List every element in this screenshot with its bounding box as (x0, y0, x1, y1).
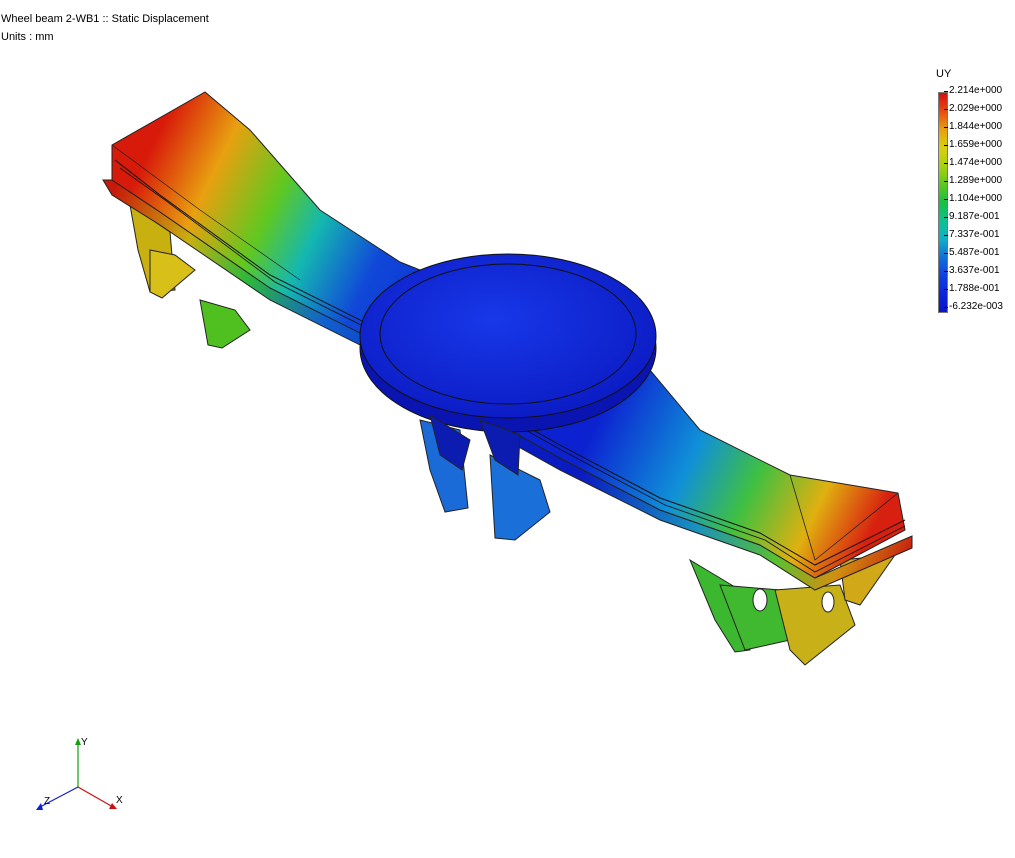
analysis-title: Wheel beam 2-WB1 :: Static Displacement (1, 13, 209, 25)
legend-tick-label: -6.232e-003 (944, 301, 1003, 312)
x-axis-line (77, 786, 114, 808)
units-label: Units : mm (1, 31, 54, 43)
y-axis-label: Y (81, 737, 88, 748)
legend-tick-label: 1.788e-001 (944, 283, 1000, 294)
legend-tick-label: 1.474e+000 (943, 157, 1003, 168)
legend-tick-label: 2.214e+000 (943, 85, 1003, 96)
legend-variable: UY (936, 68, 952, 80)
legend-tick-label: 1.844e+000 (943, 121, 1003, 132)
legend-tick-label: 5.487e-001 (944, 247, 1000, 258)
color-legend: UY 2.214e+000 2.029e+000 1.844e+000 1.659e+… (935, 68, 1015, 318)
legend-tick-label: 7.337e-001 (944, 229, 1000, 240)
z-axis-arrow (36, 803, 43, 810)
legend-tick-label: 9.187e-001 (944, 211, 1000, 222)
legend-color-bar (938, 92, 948, 313)
model-viewport[interactable] (0, 0, 1015, 858)
legend-tick-label: 3.637e-001 (944, 265, 1000, 276)
legend-tick-label: 1.659e+000 (943, 139, 1003, 150)
legend-tick-label: 1.289e+000 (943, 175, 1003, 186)
legend-tick-label: 2.029e+000 (943, 103, 1003, 114)
z-axis-label: Z (44, 796, 50, 807)
turntable-disk (359, 253, 657, 433)
legend-tick-label: 1.104e+000 (943, 193, 1003, 204)
axis-triad: Y X Z (36, 737, 123, 810)
x-axis-label: X (116, 795, 123, 806)
